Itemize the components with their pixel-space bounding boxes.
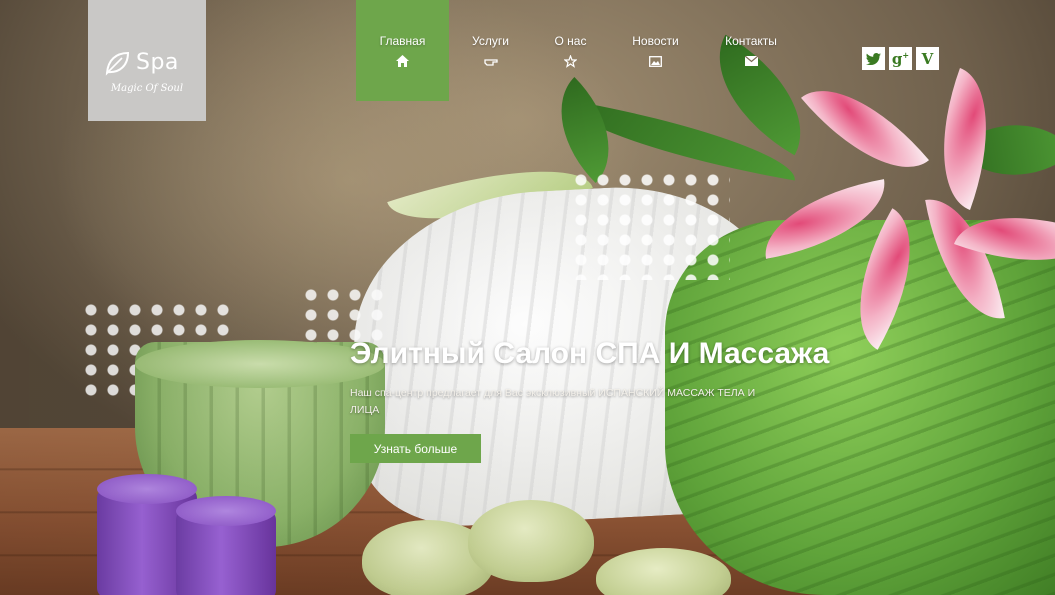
nav-item-about[interactable]: О нас [532, 0, 609, 101]
star-icon [564, 54, 578, 68]
site-logo[interactable]: Spa Magic Of Soul [88, 0, 206, 121]
home-icon [396, 54, 410, 68]
nav-item-label: О нас [554, 34, 587, 48]
vimeo-icon[interactable]: V [916, 47, 939, 70]
nav-item-label: Главная [379, 34, 426, 48]
nav-item-label: Контакты [725, 34, 777, 48]
twitter-icon[interactable] [862, 47, 885, 70]
nav-item-contacts[interactable]: Контакты [702, 0, 800, 101]
social-links: g+ V [862, 47, 939, 70]
nav-item-services[interactable]: Услуги [449, 0, 532, 101]
hero-title: Элитный Салон СПА И Массажа [350, 337, 830, 370]
google-plus-icon[interactable]: g+ [889, 47, 912, 70]
nav-item-label: Новости [632, 34, 679, 48]
main-nav: Главная Услуги О нас Новости Контакты [356, 0, 800, 101]
hand-pointer-icon [483, 54, 498, 68]
envelope-icon [744, 54, 758, 68]
image-icon [649, 54, 663, 68]
leaf-icon [105, 51, 130, 76]
nav-item-label: Услуги [472, 34, 509, 48]
nav-item-home[interactable]: Главная [356, 0, 449, 101]
nav-item-news[interactable]: Новости [609, 0, 702, 101]
logo-title: Spa [136, 50, 179, 75]
logo-tagline: Magic Of Soul [110, 83, 184, 94]
learn-more-button[interactable]: Узнать больше [350, 434, 481, 463]
hero-description: Наш спа-центр предлагает для Вас эксклюз… [350, 387, 756, 416]
